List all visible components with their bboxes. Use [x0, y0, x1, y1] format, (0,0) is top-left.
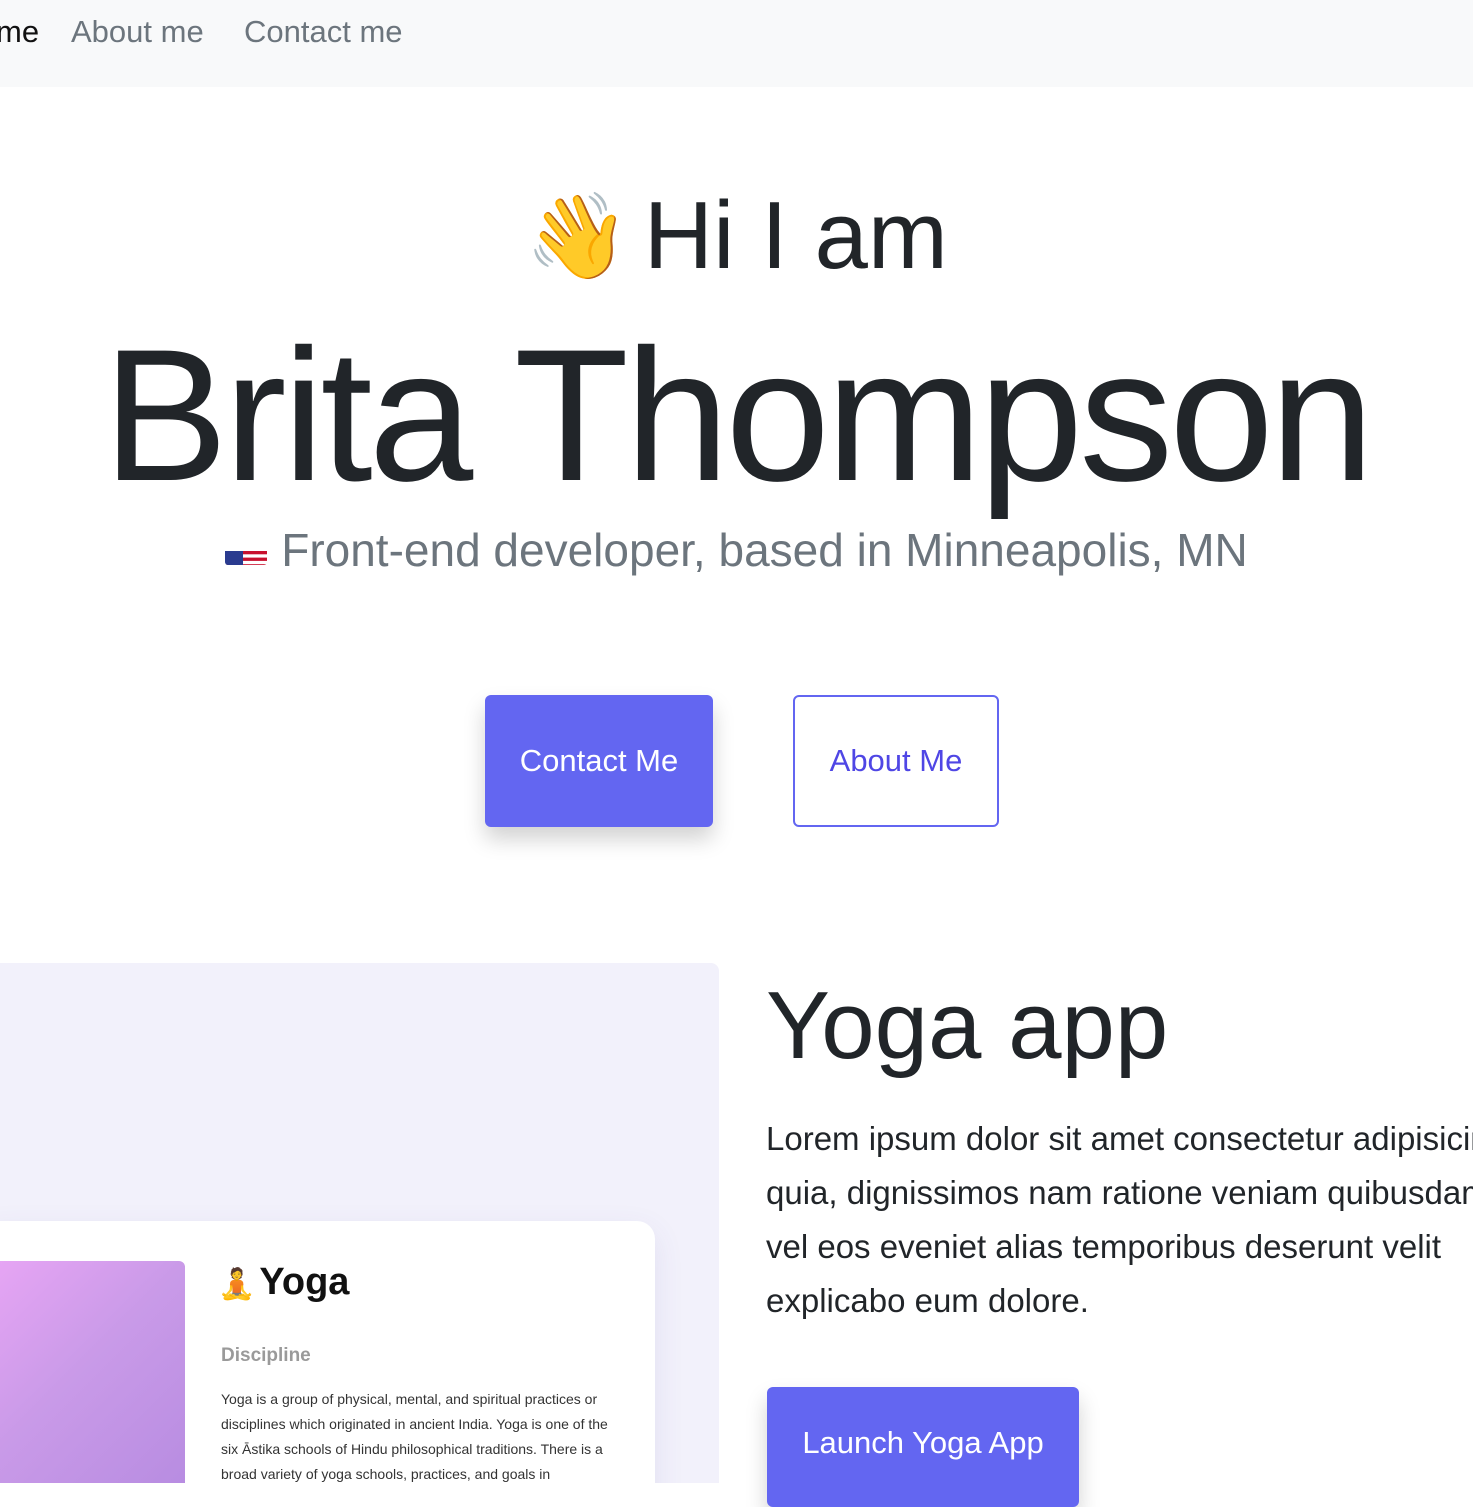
- tagline-text: Front-end developer, based in Minneapoli…: [281, 524, 1248, 576]
- yoga-preview-subheading: Discipline: [221, 1345, 311, 1366]
- hero-name: Brita Thompson: [102, 310, 1375, 520]
- yoga-preview-description: Yoga is a group of physical, mental, and…: [221, 1391, 608, 1482]
- yoga-preview-image: [0, 1261, 185, 1483]
- project-preview-panel: 🧘 Yoga Discipline Yoga is a group of phys…: [0, 963, 719, 1483]
- top-navbar: me About me Contact me: [0, 0, 1473, 87]
- project-description-line: Lorem ipsum dolor sit amet consectetur a…: [766, 1120, 1473, 1157]
- yoga-app-preview-card: 🧘 Yoga Discipline Yoga is a group of phys…: [0, 1221, 655, 1483]
- project-description-line: quia, dignissimos nam ratione veniam qui…: [766, 1174, 1473, 1211]
- greeting-text: Hi I am: [643, 182, 948, 289]
- hero-greeting: 👋 Hi I am: [0, 176, 1473, 296]
- nav-link-about[interactable]: About me: [71, 12, 204, 52]
- meditation-icon: 🧘: [218, 1268, 256, 1301]
- yoga-preview-title: Yoga: [259, 1261, 350, 1303]
- launch-yoga-app-button[interactable]: Launch Yoga App: [767, 1387, 1079, 1507]
- hero-tagline: Front-end developer, based in Minneapoli…: [0, 520, 1473, 580]
- nav-link-home[interactable]: me: [0, 12, 39, 52]
- yoga-preview-heading: 🧘 Yoga: [218, 1261, 349, 1304]
- waving-hand-icon: 👋: [525, 189, 630, 283]
- about-me-button[interactable]: About Me: [793, 695, 999, 827]
- project-description-line: vel eos eveniet alias temporibus deserun…: [766, 1228, 1442, 1265]
- nav-link-contact[interactable]: Contact me: [244, 12, 403, 52]
- project-title: Yoga app: [766, 972, 1169, 1079]
- contact-me-button[interactable]: Contact Me: [485, 695, 713, 827]
- us-flag-icon: [225, 535, 268, 565]
- project-description-line: explicabo eum dolore.: [766, 1282, 1089, 1319]
- project-description: Lorem ipsum dolor sit amet consectetur a…: [766, 1112, 1473, 1328]
